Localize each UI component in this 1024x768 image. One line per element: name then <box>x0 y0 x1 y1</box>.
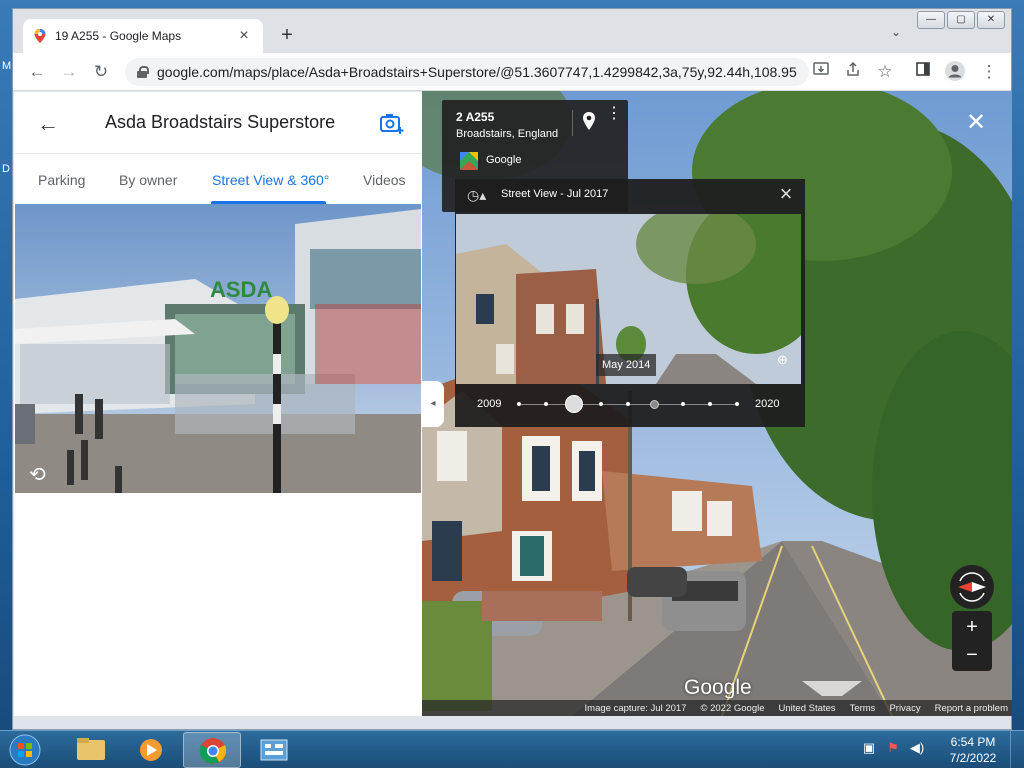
chrome-window: 19 A255 - Google Maps × + ⌄ — ▢ ✕ ← → ↻ … <box>12 8 1012 730</box>
zoom-in-button[interactable]: + <box>952 613 992 641</box>
compass-icon[interactable] <box>950 565 994 609</box>
tab-by-owner[interactable]: By owner <box>119 172 177 188</box>
street-view-area[interactable]: ◂ 2 A255 Broadstairs, England ⋮ Google ◷… <box>422 91 1012 716</box>
zoom-out-button[interactable]: − <box>952 641 992 669</box>
photo-category-tabs: Parking By owner Street View & 360° Vide… <box>14 154 422 204</box>
more-options-icon[interactable]: ⋮ <box>606 106 622 122</box>
side-panel-icon[interactable] <box>911 60 935 84</box>
privacy-link[interactable]: Privacy <box>889 703 920 714</box>
map-pin-icon[interactable] <box>582 112 596 132</box>
preview-date-label: May 2014 <box>596 354 657 376</box>
volume-icon[interactable]: ◀) <box>908 739 926 757</box>
place-title: Asda Broadstairs Superstore <box>105 112 336 132</box>
profile-avatar-icon[interactable] <box>943 60 967 84</box>
timeline-start-year: 2009 <box>477 398 502 410</box>
address-bar[interactable]: google.com/maps/place/Asda+Broadstairs+S… <box>125 58 809 86</box>
taskbar: ▣ ⚑ ◀) 6:54 PM 7/2/2022 <box>0 730 1024 768</box>
back-arrow-icon[interactable]: ← <box>34 110 62 138</box>
control-panel-taskbar-icon[interactable] <box>245 732 303 768</box>
window-controls: — ▢ ✕ <box>917 11 1005 29</box>
start-button[interactable] <box>6 733 44 767</box>
map-footer: Image capture: Jul 2017 © 2022 Google Un… <box>422 700 1012 716</box>
forward-arrow-icon[interactable]: → <box>57 60 81 84</box>
historical-preview-image[interactable]: May 2014 ⊕ <box>456 214 801 384</box>
place-panel: ← Asda Broadstairs Superstore Parking By… <box>14 92 422 716</box>
timeline-dot[interactable] <box>626 402 630 406</box>
street-view-photo[interactable]: ASDA ⟲ <box>15 204 421 493</box>
collapse-panel-button[interactable]: ◂ <box>422 381 444 427</box>
google-maps-logo-icon <box>460 152 478 170</box>
clock-time: 6:54 PM <box>950 735 996 749</box>
zoom-in-magnifier-icon[interactable]: ⊕ <box>777 352 793 368</box>
google-watermark: Google <box>684 676 752 699</box>
timeline-dot[interactable] <box>544 402 549 406</box>
divider <box>572 110 573 136</box>
clock-date: 7/2/2022 <box>949 751 997 765</box>
timeline-dot[interactable] <box>680 402 685 406</box>
maximize-button[interactable]: ▢ <box>947 11 975 29</box>
timeline-dot[interactable] <box>598 402 603 406</box>
taskbar-clock[interactable]: 6:54 PM 7/2/2022 <box>946 734 1000 766</box>
tab-street-view-360[interactable]: Street View & 360° <box>212 172 329 188</box>
minimize-button[interactable]: — <box>917 11 945 29</box>
tab-strip: 19 A255 - Google Maps × + ⌄ — ▢ ✕ <box>13 9 1011 53</box>
add-photo-icon[interactable] <box>378 110 406 138</box>
terms-link[interactable]: Terms <box>850 703 876 714</box>
timeline-thumb[interactable] <box>564 395 583 413</box>
report-problem-link[interactable]: Report a problem <box>935 703 1008 714</box>
address-title: 2 A255 <box>456 110 495 124</box>
copyright: © 2022 Google <box>700 702 765 714</box>
timeline-end-year: 2020 <box>755 398 780 410</box>
timeline-dot[interactable] <box>517 402 521 406</box>
back-arrow-icon[interactable]: ← <box>25 60 49 84</box>
share-icon[interactable] <box>841 60 865 84</box>
time-travel-title: Street View - Jul 2017 <box>501 188 609 200</box>
system-tray: ▣ ⚑ ◀) <box>860 739 926 757</box>
url-text: google.com/maps/place/Asda+Broadstairs+S… <box>157 64 797 80</box>
close-window-button[interactable]: ✕ <box>977 11 1005 29</box>
desktop-icon-label: M <box>2 60 12 72</box>
more-menu-icon[interactable]: ⋮ <box>977 60 1001 84</box>
tab-close-icon[interactable]: × <box>235 27 253 45</box>
maps-pin-icon <box>33 29 47 43</box>
zoom-control: + − <box>952 611 992 671</box>
desktop-icon-label: D <box>2 163 10 175</box>
timeline-dot[interactable] <box>735 402 739 406</box>
close-icon[interactable]: × <box>775 183 797 205</box>
action-center-flag-icon[interactable]: ⚑ <box>884 739 902 757</box>
new-tab-button[interactable]: + <box>275 23 299 47</box>
timeline-current-marker[interactable] <box>650 400 660 409</box>
network-icon[interactable]: ▣ <box>860 739 878 757</box>
bookmark-star-icon[interactable]: ☆ <box>873 60 897 84</box>
time-travel-panel: ◷▴ Street View - Jul 2017 × May 2014 ⊕ 2… <box>455 179 805 427</box>
chrome-taskbar-icon[interactable] <box>183 732 241 768</box>
install-app-icon[interactable] <box>809 60 833 84</box>
tab-search-icon[interactable]: ⌄ <box>887 25 905 43</box>
asda-sign: ASDA <box>210 277 272 302</box>
image-capture-date: Image capture: Jul 2017 <box>584 702 687 714</box>
tab-title: 19 A255 - Google Maps <box>55 29 182 43</box>
lock-icon <box>137 66 149 78</box>
show-desktop-button[interactable] <box>1010 731 1024 768</box>
provider-label: Google <box>486 154 522 166</box>
close-street-view-button[interactable]: ✕ <box>962 109 990 137</box>
rotate-360-icon[interactable]: ⟲ <box>29 462 57 486</box>
tab-videos[interactable]: Videos <box>363 172 406 188</box>
browser-tab[interactable]: 19 A255 - Google Maps × <box>23 19 263 53</box>
file-explorer-taskbar-icon[interactable] <box>62 732 120 768</box>
reload-icon[interactable]: ↻ <box>89 60 113 84</box>
address-locality: Broadstairs, England <box>456 128 559 140</box>
browser-toolbar: ← → ↻ google.com/maps/place/Asda+Broadst… <box>13 53 1011 91</box>
tab-parking[interactable]: Parking <box>38 172 85 188</box>
media-player-taskbar-icon[interactable] <box>122 732 180 768</box>
history-clock-icon[interactable]: ◷▴ <box>467 187 489 205</box>
region-link[interactable]: United States <box>779 703 836 714</box>
timeline-dot[interactable] <box>707 402 712 406</box>
